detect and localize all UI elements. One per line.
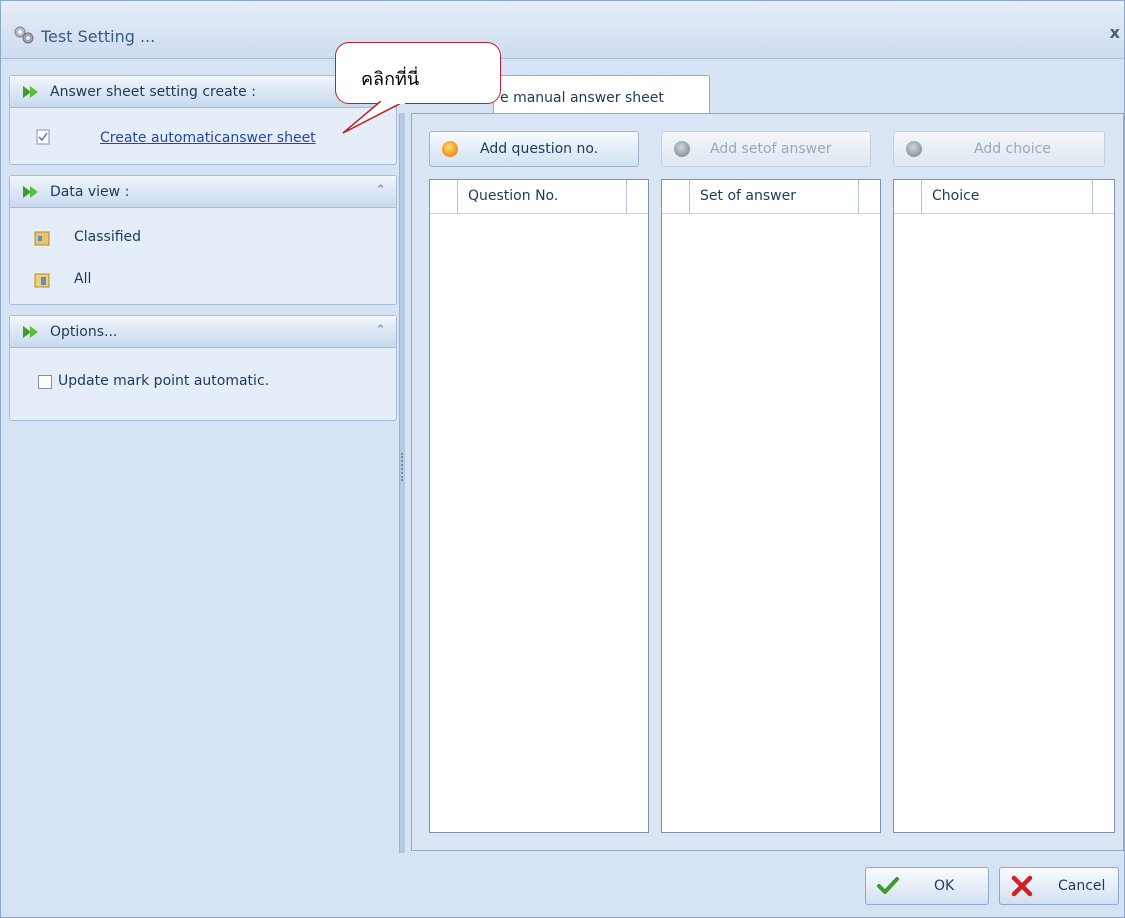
collapse-chevron-icon[interactable]: ⌃ (375, 323, 386, 338)
column-filler (858, 180, 880, 214)
data-view-item-label: Classified (74, 229, 142, 245)
answer-sheet-group-title: Answer sheet setting create : (50, 84, 256, 100)
pane-splitter[interactable] (399, 113, 405, 853)
green-arrow-icon (23, 86, 38, 98)
title-bar[interactable]: Test Setting ... x (1, 1, 1124, 59)
callout-text: คลิกที่นี่ (361, 69, 420, 90)
cancel-x-icon (1011, 875, 1033, 897)
column-filler (626, 180, 648, 214)
question-grid[interactable]: Question No. (429, 179, 649, 833)
question-no-column-header[interactable]: Question No. (468, 188, 558, 204)
window-title: Test Setting ... (41, 27, 156, 46)
ok-button[interactable]: OK (865, 867, 989, 905)
collapse-chevron-icon[interactable]: ⌃ (375, 183, 386, 198)
row-indicator-header (662, 180, 690, 214)
data-view-item-label: All (74, 271, 92, 287)
choice-grid[interactable]: Choice (893, 179, 1115, 833)
callout-pointer (342, 101, 406, 134)
classified-icon (34, 231, 50, 246)
row-indicator-header (430, 180, 458, 214)
close-button[interactable]: x (1110, 23, 1120, 42)
data-view-group-header[interactable]: Data view : ⌃ (10, 176, 396, 208)
options-group-header[interactable]: Options... ⌃ (10, 316, 396, 348)
row-indicator-header (894, 180, 922, 214)
update-mark-point-checkbox[interactable] (38, 375, 52, 389)
add-set-label: Add setof answer (710, 141, 832, 157)
splitter-grip[interactable] (401, 453, 404, 481)
choice-column-header[interactable]: Choice (932, 188, 979, 204)
add-question-icon (442, 141, 458, 157)
cancel-button[interactable]: Cancel (999, 867, 1119, 905)
options-group-title: Options... (50, 324, 118, 340)
add-choice-button[interactable]: Add choice (893, 131, 1105, 167)
green-arrow-icon (23, 326, 38, 338)
answer-sheet-icon (36, 129, 50, 145)
column-filler (1092, 180, 1114, 214)
green-arrow-icon (23, 186, 38, 198)
settings-gears-icon (14, 26, 34, 44)
data-view-group-title: Data view : (50, 184, 130, 200)
tab-manual-answer-sheet[interactable]: e manual answer sheet (493, 75, 710, 113)
update-mark-point-label: Update mark point automatic. (58, 373, 270, 389)
add-set-of-answer-button[interactable]: Add setof answer (661, 131, 871, 167)
set-grid-header: Set of answer (662, 180, 880, 214)
question-grid-header: Question No. (430, 180, 648, 214)
set-of-answer-grid[interactable]: Set of answer (661, 179, 881, 833)
add-choice-label: Add choice (974, 141, 1051, 157)
dialog-window: Test Setting ... x Answer sheet setting … (0, 0, 1125, 918)
checkmark-icon (877, 877, 899, 894)
create-automatic-answer-sheet-link[interactable]: Create automaticanswer sheet (100, 130, 316, 146)
all-folder-icon (34, 273, 50, 288)
choice-grid-header: Choice (894, 180, 1114, 214)
cancel-label: Cancel (1058, 878, 1106, 894)
data-view-group: Data view : ⌃ Classified All (9, 175, 397, 305)
add-question-label: Add question no. (480, 141, 599, 157)
add-choice-icon (906, 141, 922, 157)
add-set-icon (674, 141, 690, 157)
ok-label: OK (934, 878, 955, 894)
set-of-answer-column-header[interactable]: Set of answer (700, 188, 796, 204)
add-question-button[interactable]: Add question no. (429, 131, 639, 167)
tab-strip: e manual answer sheet (405, 75, 1124, 113)
options-group: Options... ⌃ Update mark point automatic… (9, 315, 397, 421)
